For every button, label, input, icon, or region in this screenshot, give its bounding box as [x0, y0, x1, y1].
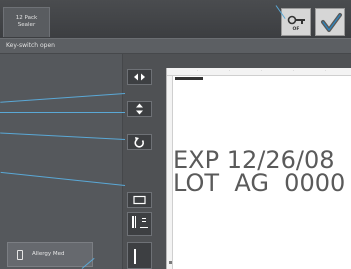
header-bar: 12 Pack Sealer OF [0, 0, 351, 38]
job-tab-line2: Sealer [17, 22, 36, 28]
checkmark-icon [321, 13, 342, 32]
job-tab-line1: 12 Pack [15, 15, 38, 21]
job-tab[interactable]: 12 Pack Sealer [3, 7, 50, 37]
phone-icon [17, 250, 23, 260]
text-bar-icon [134, 249, 136, 264]
key-switch-label: OF [292, 27, 300, 32]
rotate-icon [134, 137, 144, 148]
frame-icon [133, 195, 146, 205]
up-down-arrow-icon [136, 103, 143, 115]
rotate-button[interactable] [127, 134, 152, 150]
top-ruler: · · · · · [167, 68, 351, 76]
move-vertical-button[interactable] [127, 101, 152, 117]
barcode-button[interactable] [127, 212, 152, 236]
label-preview[interactable]: · · · · · EXP 12/26/08 LOT AG 0000 [166, 68, 351, 269]
product-button[interactable]: Allergy Med [7, 242, 93, 267]
callout-line [0, 112, 125, 113]
product-name-strip [175, 77, 203, 80]
move-horizontal-button[interactable] [127, 69, 152, 85]
key-switch-button[interactable]: OF [281, 8, 311, 36]
preview-marker [169, 261, 172, 264]
barcode-icon [132, 216, 148, 228]
frame-button[interactable] [127, 192, 152, 208]
left-right-arrow-icon [134, 73, 145, 81]
left-panel [0, 54, 123, 269]
product-label: Allergy Med [32, 251, 65, 257]
status-text: Key-switch open [6, 42, 55, 49]
status-bar: Key-switch open [0, 38, 351, 54]
lot-line[interactable]: LOT AG 0000 [173, 171, 345, 195]
text-tool-button[interactable] [127, 242, 152, 269]
confirm-button[interactable] [315, 8, 345, 36]
sealer-screen: 12 Pack Sealer OF Key-switch open Allerg… [0, 0, 351, 269]
